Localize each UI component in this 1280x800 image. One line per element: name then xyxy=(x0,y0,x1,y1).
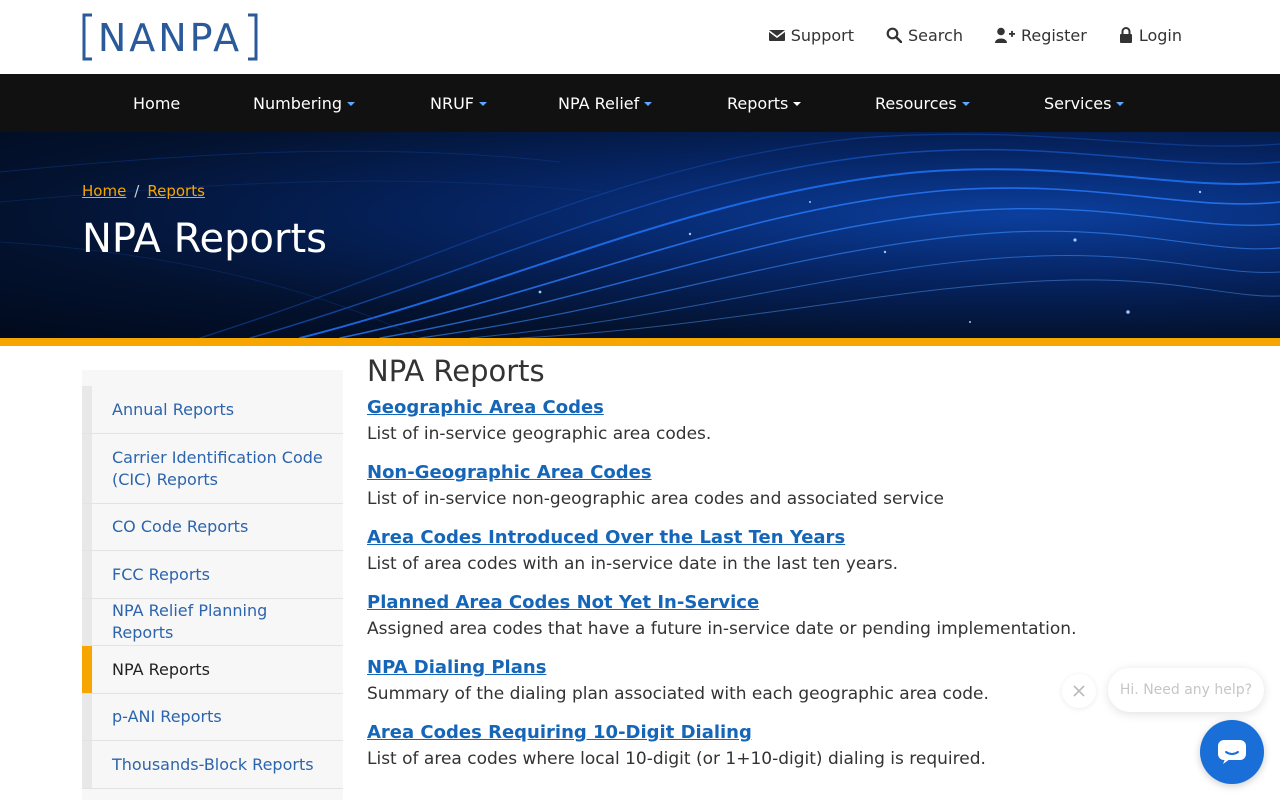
envelope-icon xyxy=(768,30,785,41)
main-content: NPA Reports Geographic Area Codes List o… xyxy=(367,354,1187,787)
nav-resources[interactable]: Resources xyxy=(875,74,970,132)
nav-nruf-label: NRUF xyxy=(430,93,474,113)
chevron-down-icon xyxy=(1116,102,1125,106)
search-icon xyxy=(886,27,902,43)
sidebar-indicator xyxy=(82,741,92,788)
report-entry: Area Codes Requiring 10-Digit Dialing Li… xyxy=(367,722,1187,771)
close-icon xyxy=(1073,685,1085,697)
nanpa-logo[interactable]: NANPA xyxy=(82,13,258,61)
chevron-down-icon xyxy=(793,102,802,106)
sidebar-item-label: NPA Reports xyxy=(112,659,210,679)
sidebar-item-npa-reports[interactable]: NPA Reports xyxy=(82,646,343,694)
lock-icon xyxy=(1119,27,1132,43)
sidebar-item-label: Annual Reports xyxy=(112,399,235,419)
register-label: Register xyxy=(1020,25,1087,45)
nav-npa-relief-label: NPA Relief xyxy=(558,93,640,113)
user-plus-icon xyxy=(994,27,1015,43)
nav-services-label: Services xyxy=(1044,93,1112,113)
chat-close-button[interactable] xyxy=(1062,674,1096,708)
nav-home-label: Home xyxy=(133,93,181,113)
sidebar-item-label: NPA Relief Planning Reports xyxy=(112,601,268,642)
page-title: NPA Reports xyxy=(82,216,327,262)
support-label: Support xyxy=(790,25,854,45)
nav-services[interactable]: Services xyxy=(1044,74,1125,132)
chat-prompt-text: Hi. Need any help? xyxy=(1119,682,1253,698)
nav-reports-label: Reports xyxy=(727,93,789,113)
report-link-10-digit-dialing[interactable]: Area Codes Requiring 10-Digit Dialing xyxy=(367,722,1187,744)
sidebar-indicator xyxy=(82,434,92,503)
chevron-down-icon xyxy=(644,102,653,106)
report-description: Assigned area codes that have a future i… xyxy=(367,619,1077,639)
sidebar-indicator xyxy=(82,386,92,433)
breadcrumb-reports[interactable]: Reports xyxy=(147,182,205,200)
report-description: List of in-service geographic area codes… xyxy=(367,424,712,444)
register-link[interactable]: Register xyxy=(994,24,1087,46)
sidebar-item-label: p-ANI Reports xyxy=(112,707,222,726)
site-header: NANPA Support Search Register Login xyxy=(0,0,1280,74)
report-link-npa-dialing-plans[interactable]: NPA Dialing Plans xyxy=(367,657,1187,679)
sidebar-nav: Annual Reports Carrier Identification Co… xyxy=(82,370,343,800)
report-description: List of area codes with an in-service da… xyxy=(367,554,898,574)
sidebar-item-annual-reports[interactable]: Annual Reports xyxy=(82,386,343,434)
report-entry: Non-Geographic Area Codes List of in-ser… xyxy=(367,462,1187,511)
login-link[interactable]: Login xyxy=(1119,24,1182,46)
chat-launcher-button[interactable] xyxy=(1200,720,1264,784)
report-entry: Geographic Area Codes List of in-service… xyxy=(367,397,1187,446)
nav-resources-label: Resources xyxy=(875,93,957,113)
nav-home[interactable]: Home xyxy=(133,74,180,132)
sidebar-item-label: CO Code Reports xyxy=(112,517,249,536)
report-description: List of area codes where local 10-digit … xyxy=(367,749,986,769)
sidebar-item-fcc-reports[interactable]: FCC Reports xyxy=(82,551,343,599)
sidebar-item-thousands-block-reports[interactable]: Thousands-Block Reports xyxy=(82,741,343,789)
report-link-area-codes-last-ten-years[interactable]: Area Codes Introduced Over the Last Ten … xyxy=(367,527,1187,549)
chevron-down-icon xyxy=(347,102,356,106)
sidebar-active-indicator xyxy=(82,646,92,693)
sidebar-item-label: FCC Reports xyxy=(112,564,211,584)
sidebar-item-co-code-reports[interactable]: CO Code Reports xyxy=(82,504,343,551)
breadcrumb-home[interactable]: Home xyxy=(82,182,126,200)
nav-reports[interactable]: Reports xyxy=(727,74,802,132)
sidebar-indicator xyxy=(82,599,92,645)
report-link-planned-area-codes[interactable]: Planned Area Codes Not Yet In-Service xyxy=(367,592,1187,614)
search-label: Search xyxy=(907,25,963,45)
sidebar-indicator xyxy=(82,551,92,598)
main-nav: Home Numbering NRUF NPA Relief Reports R… xyxy=(0,74,1280,132)
sidebar-item-label: Carrier Identification Code (CIC) Report… xyxy=(112,447,323,489)
svg-text:NANPA: NANPA xyxy=(98,16,242,60)
nav-numbering[interactable]: Numbering xyxy=(253,74,356,132)
sidebar-item-cic-reports[interactable]: Carrier Identification Code (CIC) Report… xyxy=(82,434,343,504)
search-link[interactable]: Search xyxy=(886,24,963,46)
nav-numbering-label: Numbering xyxy=(253,93,343,113)
sidebar-item-p-ani-reports[interactable]: p-ANI Reports xyxy=(82,694,343,741)
report-entry: Planned Area Codes Not Yet In-Service As… xyxy=(367,592,1187,641)
content-heading: NPA Reports xyxy=(367,354,545,388)
chevron-down-icon xyxy=(479,102,487,106)
chevron-down-icon xyxy=(961,102,970,106)
report-link-geographic-area-codes[interactable]: Geographic Area Codes xyxy=(367,397,1187,419)
hero-accent-stripe xyxy=(0,338,1280,346)
login-label: Login xyxy=(1138,25,1182,45)
chat-prompt-bubble[interactable]: Hi. Need any help? xyxy=(1108,668,1264,712)
utility-nav: Support Search Register Login xyxy=(768,24,1182,46)
sidebar-indicator xyxy=(82,694,92,740)
report-link-non-geographic-area-codes[interactable]: Non-Geographic Area Codes xyxy=(367,462,1187,484)
support-link[interactable]: Support xyxy=(768,24,854,46)
nav-npa-relief[interactable]: NPA Relief xyxy=(558,74,653,132)
sidebar-item-npa-relief-planning-reports[interactable]: NPA Relief Planning Reports xyxy=(82,599,343,646)
chat-icon xyxy=(1218,740,1246,764)
report-entry: Area Codes Introduced Over the Last Ten … xyxy=(367,527,1187,576)
sidebar-item-label: Thousands-Block Reports xyxy=(112,754,314,774)
breadcrumb: Home / Reports xyxy=(82,182,205,200)
report-description: List of in-service non-geographic area c… xyxy=(367,489,945,509)
nav-nruf[interactable]: NRUF xyxy=(430,74,487,132)
breadcrumb-separator: / xyxy=(134,182,140,200)
sidebar-indicator xyxy=(82,504,92,550)
